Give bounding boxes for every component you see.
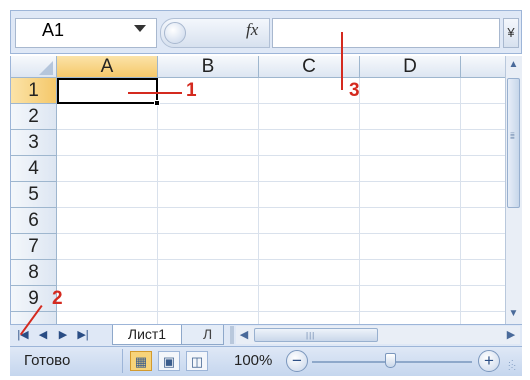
annotation-label-2: 2: [52, 288, 63, 309]
tab-split-handle[interactable]: [230, 326, 234, 344]
page-layout-view-icon[interactable]: ▣: [158, 351, 180, 371]
row-header-8[interactable]: 8: [11, 260, 57, 286]
insert-function-button[interactable]: fx: [246, 20, 258, 40]
row-header-1[interactable]: 1: [11, 78, 57, 104]
column-header-e[interactable]: [461, 56, 505, 78]
previous-sheet-icon[interactable]: ◀: [34, 327, 52, 343]
sheet-tab-1[interactable]: Лист1: [112, 325, 182, 345]
scroll-up-arrow-icon[interactable]: ▲: [506, 56, 521, 73]
resize-grip-icon[interactable]: ·::·:: [508, 358, 516, 372]
horizontal-scroll-thumb[interactable]: [254, 328, 378, 342]
column-header-c[interactable]: C: [259, 56, 360, 78]
column-header-b[interactable]: B: [158, 56, 259, 78]
gridline: [57, 181, 505, 182]
column-header-d[interactable]: D: [360, 56, 461, 78]
page-break-view-icon[interactable]: ◫: [186, 351, 208, 371]
normal-view-icon[interactable]: ▦: [130, 351, 152, 371]
zoom-out-icon[interactable]: −: [286, 350, 308, 372]
vertical-scroll-thumb[interactable]: [507, 78, 520, 208]
zoom-in-icon[interactable]: +: [478, 350, 500, 372]
row-header-2[interactable]: 2: [11, 104, 57, 130]
gridline: [57, 233, 505, 234]
scroll-grip-icon: ≡ ≡: [510, 130, 515, 142]
select-all-triangle-icon: [39, 61, 53, 75]
zoom-slider-thumb[interactable]: [385, 353, 396, 368]
row-header-3[interactable]: 3: [11, 130, 57, 156]
row-header-9[interactable]: 9: [11, 286, 57, 312]
last-sheet-icon[interactable]: ▶|: [74, 327, 92, 343]
gridline: [157, 78, 158, 324]
next-sheet-icon[interactable]: ▶: [54, 327, 72, 343]
scroll-right-arrow-icon[interactable]: ▶: [503, 326, 519, 344]
row-header-7[interactable]: 7: [11, 234, 57, 260]
gridline: [359, 78, 360, 324]
name-box-value: A1: [42, 20, 65, 40]
annotation-line-1: [128, 92, 182, 94]
name-box[interactable]: [15, 18, 157, 48]
zoom-level[interactable]: 100%: [234, 352, 272, 369]
scroll-left-arrow-icon[interactable]: ◀: [236, 326, 252, 344]
scroll-grip-icon: |||: [306, 331, 316, 340]
row-header-5[interactable]: 5: [11, 182, 57, 208]
annotation-label-3: 3: [349, 80, 360, 101]
gridline: [57, 259, 505, 260]
gridline: [57, 155, 505, 156]
gridline: [57, 311, 505, 312]
row-header-4[interactable]: 4: [11, 156, 57, 182]
row-header-6[interactable]: 6: [11, 208, 57, 234]
gridline: [258, 78, 259, 324]
formula-bar-resize-handle[interactable]: [164, 22, 186, 44]
status-text: Готово: [24, 352, 71, 369]
gridline: [460, 78, 461, 324]
scroll-down-arrow-icon[interactable]: ▼: [506, 305, 521, 322]
active-cell-a1[interactable]: [57, 78, 158, 104]
name-box-dropdown-icon[interactable]: [134, 25, 146, 32]
worksheet-grid[interactable]: A B C D 1 2 3 4 5 6 7 8 9: [10, 56, 505, 324]
expand-formula-bar-button[interactable]: ¥: [503, 18, 519, 48]
gridline: [57, 285, 505, 286]
column-header-a[interactable]: A: [57, 56, 158, 78]
gridline: [57, 207, 505, 208]
formula-input[interactable]: [272, 18, 500, 48]
sheet-tab-2[interactable]: Л: [180, 325, 224, 345]
annotation-line-3: [341, 32, 343, 90]
fill-handle[interactable]: [154, 100, 160, 106]
annotation-label-1: 1: [186, 80, 197, 101]
gridline: [57, 129, 505, 130]
